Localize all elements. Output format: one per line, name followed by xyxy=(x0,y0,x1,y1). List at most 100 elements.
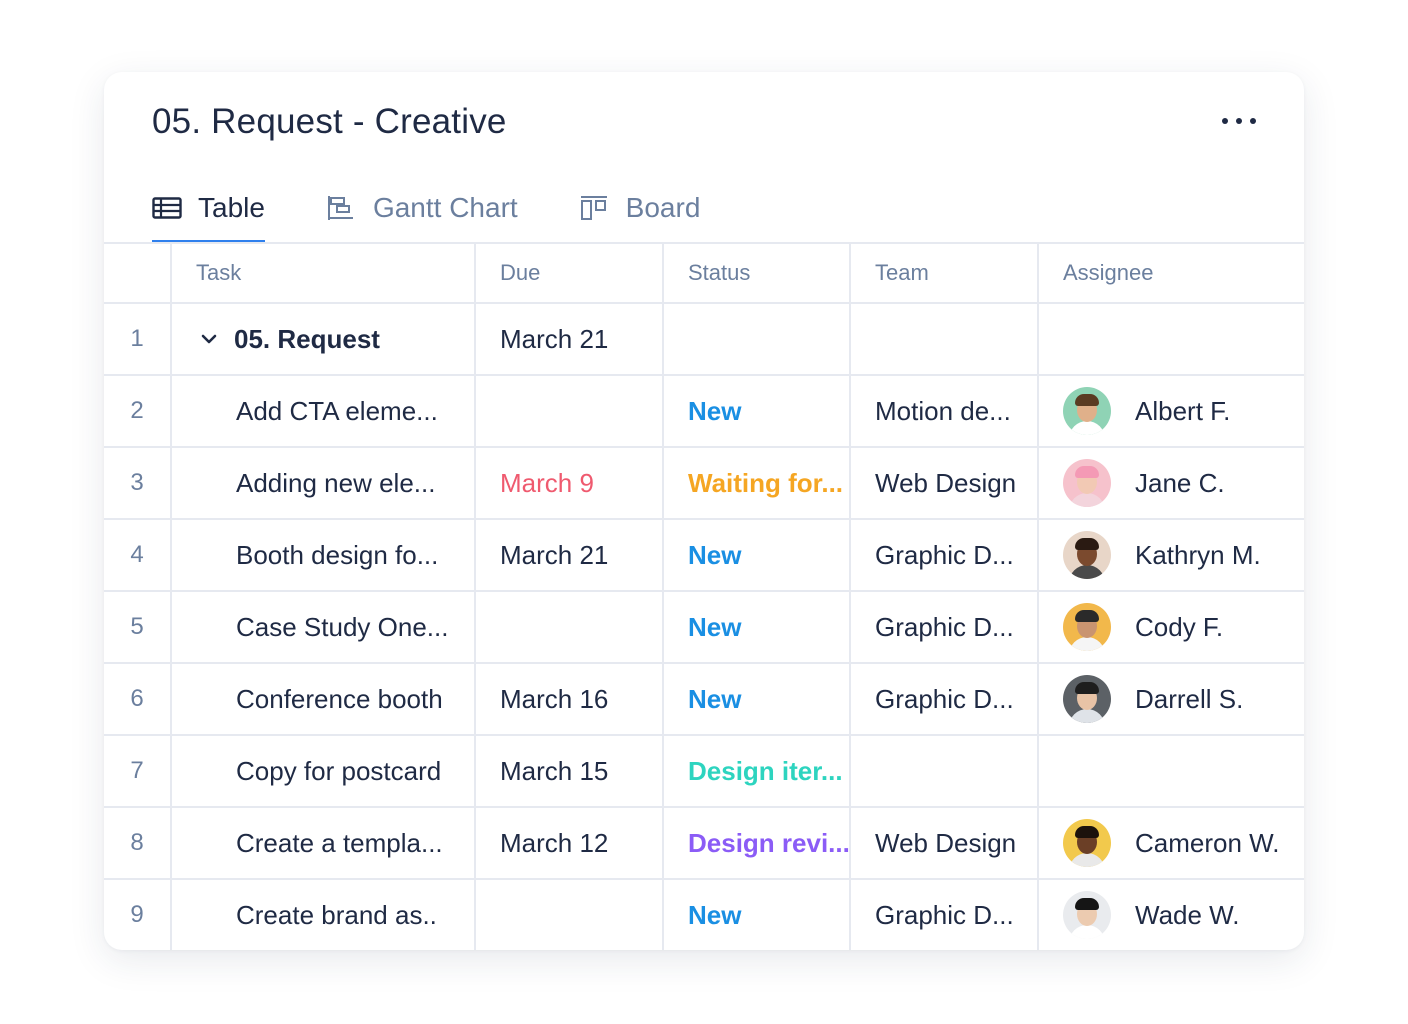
status-cell[interactable]: Design iter... xyxy=(664,736,851,806)
table-row[interactable]: 4 Booth design fo... March 21 New Graphic D.… xyxy=(104,520,1304,592)
team-cell[interactable]: Web Design xyxy=(851,448,1039,518)
table-header-row: Task Due Status Team Assignee xyxy=(104,244,1304,304)
header-row-number xyxy=(104,244,172,302)
tab-board[interactable]: Board xyxy=(580,176,701,240)
avatar-hair xyxy=(1075,898,1099,910)
tab-gantt-chart[interactable]: Gantt Chart xyxy=(327,176,518,240)
assignee-cell[interactable]: Wade W. xyxy=(1039,880,1304,950)
task-cell[interactable]: 05. Request xyxy=(172,304,476,374)
avatar-body xyxy=(1069,493,1105,507)
task-cell[interactable]: Case Study One... xyxy=(172,592,476,662)
row-number: 3 xyxy=(104,448,172,518)
task-name: Create brand as.. xyxy=(236,899,437,930)
status-cell[interactable]: Waiting for... xyxy=(664,448,851,518)
due-cell[interactable]: March 9 xyxy=(476,448,664,518)
avatar xyxy=(1063,387,1111,435)
row-number: 6 xyxy=(104,664,172,734)
due-cell[interactable] xyxy=(476,592,664,662)
due-cell[interactable]: March 21 xyxy=(476,304,664,374)
header-task[interactable]: Task xyxy=(172,244,476,302)
team-cell[interactable]: Graphic D... xyxy=(851,520,1039,590)
status-cell[interactable]: Design revi... xyxy=(664,808,851,878)
avatar xyxy=(1063,531,1111,579)
avatar-body xyxy=(1069,637,1105,651)
table-row[interactable]: 3 Adding new ele... March 9 Waiting for... W… xyxy=(104,448,1304,520)
status-cell[interactable]: New xyxy=(664,520,851,590)
table-row[interactable]: 9 Create brand as.. New Graphic D... Wade W. xyxy=(104,880,1304,950)
more-options-icon[interactable] xyxy=(1222,108,1256,134)
more-dot xyxy=(1250,118,1256,124)
status-cell[interactable]: New xyxy=(664,592,851,662)
table-row[interactable]: 5 Case Study One... New Graphic D... Cody F. xyxy=(104,592,1304,664)
team-cell[interactable]: Graphic D... xyxy=(851,880,1039,950)
assignee-cell[interactable]: Jane C. xyxy=(1039,448,1304,518)
avatar xyxy=(1063,891,1111,939)
tab-board-label: Board xyxy=(625,192,701,223)
row-number: 5 xyxy=(104,592,172,662)
due-cell[interactable]: March 16 xyxy=(476,664,664,734)
due-cell[interactable]: March 15 xyxy=(476,736,664,806)
task-cell[interactable]: Adding new ele... xyxy=(172,448,476,518)
table-row[interactable]: 7 Copy for postcard March 15 Design iter... xyxy=(104,736,1304,808)
team-cell[interactable] xyxy=(851,304,1039,374)
due-cell[interactable] xyxy=(476,376,664,446)
avatar-body xyxy=(1069,925,1105,939)
header-assignee[interactable]: Assignee xyxy=(1039,244,1304,302)
assignee-name: Cody F. xyxy=(1135,611,1224,642)
due-cell[interactable]: March 12 xyxy=(476,808,664,878)
table-group-row[interactable]: 1 05. Request March 21 xyxy=(104,304,1304,376)
assignee-cell[interactable] xyxy=(1039,304,1304,374)
assignee-name: Kathryn M. xyxy=(1135,539,1261,570)
due-cell[interactable] xyxy=(476,880,664,950)
assignee-cell[interactable]: Darrell S. xyxy=(1039,664,1304,734)
tab-gantt-chart-label: Gantt Chart xyxy=(372,192,518,223)
task-cell[interactable]: Create a templa... xyxy=(172,808,476,878)
assignee-name: Wade W. xyxy=(1135,899,1240,930)
status-cell[interactable]: New xyxy=(664,664,851,734)
task-cell[interactable]: Conference booth xyxy=(172,664,476,734)
tab-table[interactable]: Table xyxy=(152,176,265,242)
table-row[interactable]: 8 Create a templa... March 12 Design revi..… xyxy=(104,808,1304,880)
task-cell[interactable]: Booth design fo... xyxy=(172,520,476,590)
board-card: 05. Request - Creative Table Gantt Chart… xyxy=(104,72,1304,950)
gantt-chart-icon xyxy=(327,196,357,220)
team-cell[interactable]: Graphic D... xyxy=(851,592,1039,662)
avatar-hair xyxy=(1075,610,1099,622)
avatar-hair xyxy=(1075,538,1099,550)
task-name: Create a templa... xyxy=(236,827,443,858)
board-title: 05. Request - Creative xyxy=(152,102,507,141)
due-cell[interactable]: March 21 xyxy=(476,520,664,590)
header-due[interactable]: Due xyxy=(476,244,664,302)
assignee-cell[interactable]: Albert F. xyxy=(1039,376,1304,446)
row-number: 9 xyxy=(104,880,172,950)
status-cell[interactable] xyxy=(664,304,851,374)
task-name: Add CTA eleme... xyxy=(236,395,438,426)
team-cell[interactable]: Web Design xyxy=(851,808,1039,878)
row-number: 8 xyxy=(104,808,172,878)
avatar xyxy=(1063,603,1111,651)
table-body: 1 05. Request March 21 2 Add CTA eleme... New… xyxy=(104,304,1304,950)
avatar-body xyxy=(1069,421,1105,435)
avatar-hair xyxy=(1075,826,1099,838)
assignee-cell[interactable]: Cameron W. xyxy=(1039,808,1304,878)
team-cell[interactable]: Graphic D... xyxy=(851,664,1039,734)
task-name: Copy for postcard xyxy=(236,755,442,786)
avatar-body xyxy=(1069,565,1105,579)
assignee-cell[interactable]: Kathryn M. xyxy=(1039,520,1304,590)
header-team[interactable]: Team xyxy=(851,244,1039,302)
row-number: 1 xyxy=(104,304,172,374)
task-cell[interactable]: Create brand as.. xyxy=(172,880,476,950)
task-cell[interactable]: Copy for postcard xyxy=(172,736,476,806)
assignee-cell[interactable]: Cody F. xyxy=(1039,592,1304,662)
table-row[interactable]: 6 Conference booth March 16 New Graphic D...… xyxy=(104,664,1304,736)
status-cell[interactable]: New xyxy=(664,880,851,950)
task-cell[interactable]: Add CTA eleme... xyxy=(172,376,476,446)
team-cell[interactable]: Motion de... xyxy=(851,376,1039,446)
team-cell[interactable] xyxy=(851,736,1039,806)
status-cell[interactable]: New xyxy=(664,376,851,446)
avatar xyxy=(1063,675,1111,723)
table-row[interactable]: 2 Add CTA eleme... New Motion de... Albert F… xyxy=(104,376,1304,448)
assignee-cell[interactable] xyxy=(1039,736,1304,806)
header-status[interactable]: Status xyxy=(664,244,851,302)
chevron-down-icon[interactable] xyxy=(200,332,220,346)
